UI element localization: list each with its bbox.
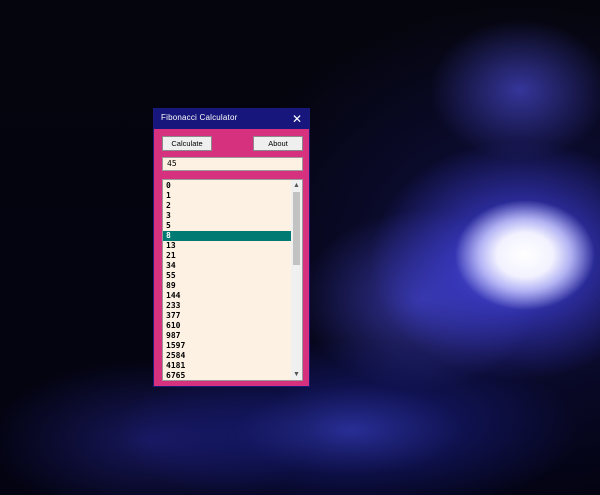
vertical-scrollbar[interactable]: ▲ ▼ (291, 180, 302, 380)
title-bar[interactable]: Fibonacci Calculator ✕ (154, 109, 309, 129)
list-item[interactable]: 89 (163, 281, 292, 291)
list-item[interactable]: 987 (163, 331, 292, 341)
close-icon[interactable]: ✕ (290, 111, 304, 127)
list-item[interactable]: 5 (163, 221, 292, 231)
list-item[interactable]: 21 (163, 251, 292, 261)
results-list: 0 1 2 3 5 8 13 21 34 55 89 144 233 377 610 987 1597 2584 4… (163, 181, 292, 380)
list-item[interactable]: 610 (163, 321, 292, 331)
calculate-button[interactable]: Calculate (162, 136, 212, 151)
list-item[interactable]: 0 (163, 181, 292, 191)
list-item[interactable]: 34 (163, 261, 292, 271)
count-input[interactable]: 45 (162, 157, 303, 171)
about-button[interactable]: About (253, 136, 303, 151)
list-item[interactable]: 55 (163, 271, 292, 281)
list-item[interactable]: 4181 (163, 361, 292, 371)
scroll-thumb[interactable] (293, 192, 300, 265)
list-item[interactable]: 2584 (163, 351, 292, 361)
chevron-up-icon[interactable]: ▲ (291, 180, 302, 191)
chevron-down-icon[interactable]: ▼ (291, 369, 302, 380)
list-item[interactable]: 1597 (163, 341, 292, 351)
list-item[interactable]: 2 (163, 201, 292, 211)
list-item[interactable]: 1 (163, 191, 292, 201)
list-item[interactable]: 13 (163, 241, 292, 251)
window-title: Fibonacci Calculator (161, 113, 238, 122)
list-item[interactable]: 6765 (163, 371, 292, 380)
list-item[interactable]: 8 (163, 231, 292, 241)
fibonacci-calculator-window: Fibonacci Calculator ✕ Calculate About 4… (153, 108, 310, 387)
list-item[interactable]: 3 (163, 211, 292, 221)
list-item[interactable]: 144 (163, 291, 292, 301)
results-listbox[interactable]: 0 1 2 3 5 8 13 21 34 55 89 144 233 377 610 987 1597 2584 4… (162, 179, 303, 381)
list-item[interactable]: 377 (163, 311, 292, 321)
list-item[interactable]: 233 (163, 301, 292, 311)
